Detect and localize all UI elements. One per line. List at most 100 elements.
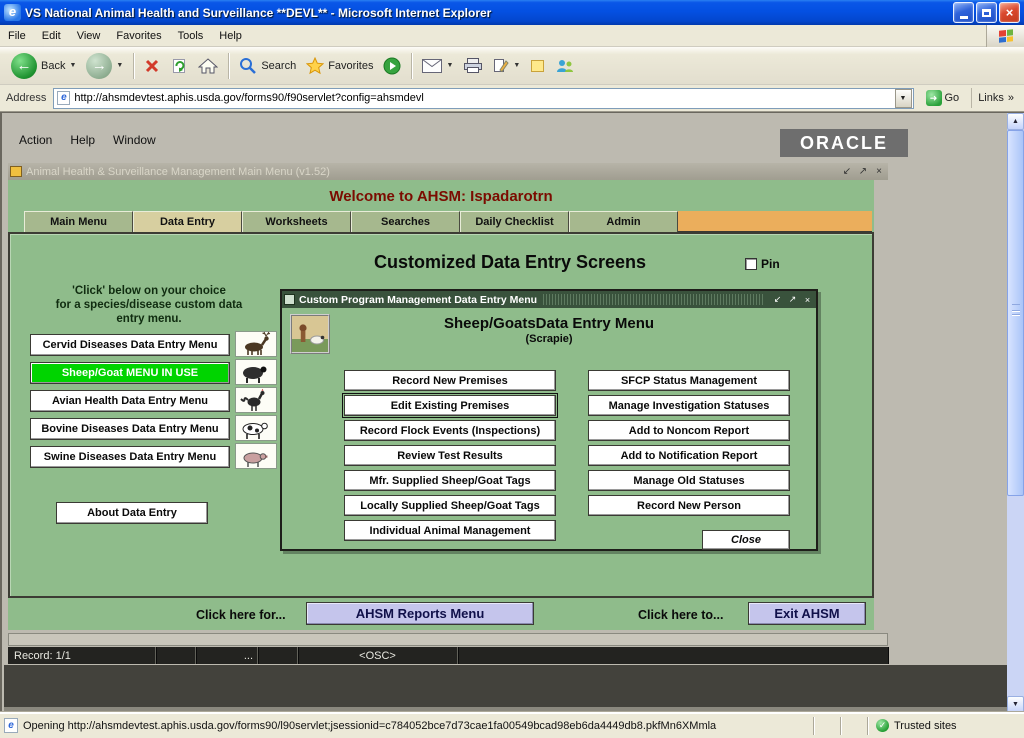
- mail-icon: [422, 59, 442, 73]
- mdi-restore-button[interactable]: ↙: [840, 165, 854, 178]
- favorites-label: Favorites: [328, 60, 373, 72]
- species-row: Sheep/Goat MENU IN USE: [30, 362, 277, 384]
- links-bar[interactable]: Links »: [971, 88, 1020, 108]
- tab-data-entry[interactable]: Data Entry: [133, 211, 242, 232]
- osc-indicator: <OSC>: [298, 647, 458, 664]
- mfr-supplied-tags-button[interactable]: Mfr. Supplied Sheep/Goat Tags: [344, 470, 556, 491]
- tab-main-menu[interactable]: Main Menu: [24, 211, 133, 232]
- tab-admin[interactable]: Admin: [569, 211, 678, 232]
- pig-icon: [235, 443, 277, 469]
- toolbar-separator: [228, 53, 229, 79]
- menu-favorites[interactable]: Favorites: [108, 27, 169, 45]
- scrollbar-thumb[interactable]: [1007, 130, 1024, 496]
- browser-menubar: File Edit View Favorites Tools Help: [0, 25, 1024, 47]
- scroll-up-button[interactable]: ▲: [1007, 113, 1024, 130]
- swine-menu-button[interactable]: Swine Diseases Data Entry Menu: [30, 446, 230, 468]
- individual-animal-management-button[interactable]: Individual Animal Management: [344, 520, 556, 541]
- sheep-goat-menu-button[interactable]: Sheep/Goat MENU IN USE: [30, 362, 230, 384]
- forward-dropdown-icon[interactable]: ▼: [116, 62, 123, 69]
- dialog-maximize-button[interactable]: ↗: [786, 293, 799, 306]
- forms-menubar: Action Help Window: [10, 129, 165, 151]
- notes-button[interactable]: [525, 55, 551, 77]
- forms-applet: Action Help Window ORACLE Animal Health …: [0, 112, 1024, 712]
- forms-menu-action[interactable]: Action: [10, 129, 61, 151]
- ahsm-reports-menu-button[interactable]: AHSM Reports Menu: [306, 602, 534, 625]
- menu-view[interactable]: View: [69, 27, 109, 45]
- close-button[interactable]: ×: [999, 2, 1020, 23]
- about-data-entry-button[interactable]: About Data Entry: [56, 502, 208, 524]
- welcome-heading: Welcome to AHSM: Ispadarotrn: [8, 188, 874, 205]
- record-flock-events-button[interactable]: Record Flock Events (Inspections): [344, 420, 556, 441]
- links-chevron-icon[interactable]: »: [1008, 92, 1014, 104]
- maximize-button[interactable]: [976, 2, 997, 23]
- forms-menu-help[interactable]: Help: [61, 129, 104, 151]
- exit-ahsm-button[interactable]: Exit AHSM: [748, 602, 866, 625]
- cervid-menu-button[interactable]: Cervid Diseases Data Entry Menu: [30, 334, 230, 356]
- dialog-body: Sheep/GoatsData Entry Menu (Scrapie) Rec…: [282, 308, 816, 551]
- forms-menu-window[interactable]: Window: [104, 129, 165, 151]
- add-to-notification-report-button[interactable]: Add to Notification Report: [588, 445, 790, 466]
- mdi-window-title: Animal Health & Surveillance Management …: [26, 166, 838, 178]
- dialog-titlebar-pattern: [543, 294, 763, 305]
- tab-strip: Main Menu Data Entry Worksheets Searches…: [24, 211, 872, 232]
- go-icon: ➜: [926, 90, 942, 106]
- messenger-button[interactable]: [551, 55, 579, 77]
- back-button[interactable]: ← Back ▼: [6, 50, 81, 82]
- print-icon: [463, 58, 483, 74]
- notes-icon: [530, 58, 546, 74]
- record-indicator: Record: 1/1: [8, 647, 156, 664]
- go-button[interactable]: ➜ Go: [919, 88, 967, 108]
- print-button[interactable]: [458, 55, 488, 77]
- back-dropdown-icon[interactable]: ▼: [69, 62, 76, 69]
- tab-worksheets[interactable]: Worksheets: [242, 211, 351, 232]
- search-button[interactable]: Search: [234, 54, 301, 78]
- dialog-close-action-button[interactable]: Close: [702, 530, 790, 550]
- sfcp-status-management-button[interactable]: SFCP Status Management: [588, 370, 790, 391]
- manage-old-statuses-button[interactable]: Manage Old Statuses: [588, 470, 790, 491]
- mdi-maximize-button[interactable]: ↗: [856, 165, 870, 178]
- sheep-icon: [235, 359, 277, 385]
- menu-edit[interactable]: Edit: [34, 27, 69, 45]
- review-test-results-button[interactable]: Review Test Results: [344, 445, 556, 466]
- manage-investigation-statuses-button[interactable]: Manage Investigation Statuses: [588, 395, 790, 416]
- mdi-close-button[interactable]: ×: [872, 165, 886, 178]
- menu-file[interactable]: File: [0, 27, 34, 45]
- locally-supplied-tags-button[interactable]: Locally Supplied Sheep/Goat Tags: [344, 495, 556, 516]
- dialog-heading: Sheep/GoatsData Entry Menu: [322, 315, 776, 332]
- dialog-close-button[interactable]: ×: [801, 293, 814, 306]
- species-row: Swine Diseases Data Entry Menu: [30, 446, 277, 468]
- media-button[interactable]: [378, 54, 406, 78]
- bovine-menu-button[interactable]: Bovine Diseases Data Entry Menu: [30, 418, 230, 440]
- dialog-restore-button[interactable]: ↙: [771, 293, 784, 306]
- tab-searches[interactable]: Searches: [351, 211, 460, 232]
- add-to-noncom-report-button[interactable]: Add to Noncom Report: [588, 420, 790, 441]
- vertical-scrollbar[interactable]: ▲ ▼: [1007, 113, 1024, 713]
- stop-button[interactable]: [139, 55, 165, 77]
- species-row: Cervid Diseases Data Entry Menu: [30, 334, 277, 356]
- forward-button[interactable]: → ▼: [81, 50, 128, 82]
- mail-button[interactable]: ▼: [417, 56, 458, 76]
- mdi-window-icon: [10, 166, 22, 177]
- species-row: Bovine Diseases Data Entry Menu: [30, 418, 277, 440]
- edit-existing-premises-button[interactable]: Edit Existing Premises: [344, 395, 556, 416]
- scroll-down-button[interactable]: ▼: [1007, 696, 1024, 713]
- refresh-button[interactable]: [165, 55, 193, 77]
- record-new-premises-button[interactable]: Record New Premises: [344, 370, 556, 391]
- edit-button[interactable]: ▼: [488, 55, 525, 77]
- mail-dropdown-icon[interactable]: ▼: [446, 62, 453, 69]
- minimize-button[interactable]: [953, 2, 974, 23]
- menu-tools[interactable]: Tools: [170, 27, 212, 45]
- menu-help[interactable]: Help: [211, 27, 250, 45]
- custom-program-dialog: Custom Program Management Data Entry Men…: [280, 289, 818, 551]
- links-label: Links: [978, 92, 1004, 104]
- edit-dropdown-icon[interactable]: ▼: [513, 62, 520, 69]
- address-dropdown-button[interactable]: ▼: [895, 89, 912, 108]
- pin-checkbox[interactable]: [745, 258, 757, 270]
- address-input[interactable]: [74, 90, 894, 107]
- avian-menu-button[interactable]: Avian Health Data Entry Menu: [30, 390, 230, 412]
- home-button[interactable]: [193, 54, 223, 77]
- favorites-button[interactable]: Favorites: [301, 54, 378, 78]
- statusbar-separator: [867, 717, 868, 735]
- record-new-person-button[interactable]: Record New Person: [588, 495, 790, 516]
- tab-daily-checklist[interactable]: Daily Checklist: [460, 211, 569, 232]
